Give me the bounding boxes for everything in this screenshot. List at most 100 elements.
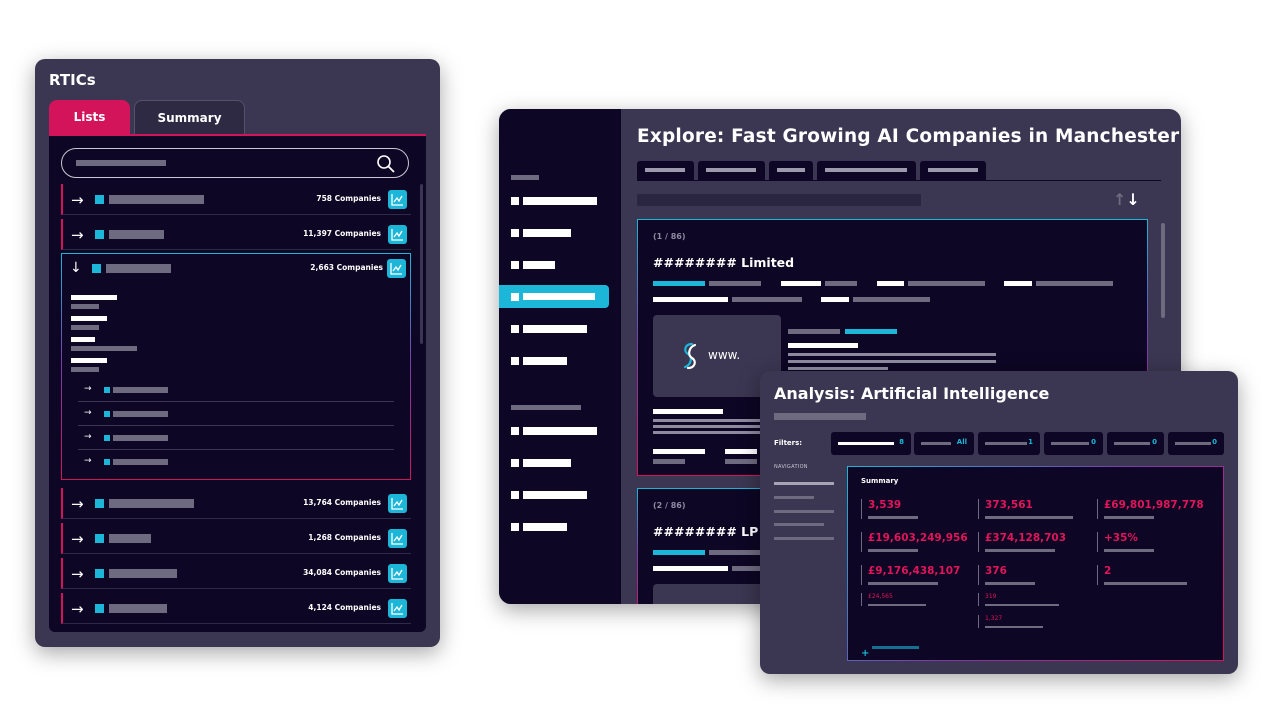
list-color-square (104, 411, 110, 417)
detail-value (71, 304, 99, 309)
list-color-square (104, 387, 110, 393)
filter-chip[interactable]: 0 (1168, 432, 1224, 455)
chart-icon (391, 603, 403, 615)
arrow-right-icon[interactable]: → (71, 565, 84, 583)
list-row[interactable]: → 758 Companies (61, 184, 411, 215)
filter-value: 0 (1152, 438, 1157, 446)
sort-up-icon[interactable]: ↑ (1113, 190, 1126, 209)
stat-value: £9,176,438,107 (868, 565, 961, 577)
arrow-right-icon[interactable]: → (71, 495, 84, 513)
list-row[interactable]: → 11,397 Companies (61, 219, 411, 250)
filter-value: All (956, 438, 967, 446)
filter-value: 0 (1212, 438, 1217, 446)
arrow-right-icon[interactable]: → (84, 432, 92, 442)
chart-button[interactable] (388, 494, 407, 513)
search-icon[interactable] (376, 154, 396, 174)
explore-tab[interactable] (920, 161, 986, 180)
explore-tab[interactable] (698, 161, 765, 180)
filter-chip[interactable]: 0 (1107, 432, 1164, 455)
plus-icon[interactable]: + (861, 648, 869, 659)
sub-list-item[interactable]: → (78, 402, 394, 426)
chart-button[interactable] (388, 564, 407, 583)
filter-chip[interactable]: 1 (978, 432, 1040, 455)
chart-button[interactable] (388, 190, 407, 209)
navigation-item[interactable] (774, 537, 834, 540)
detail-label (71, 358, 107, 363)
rtics-panel: RTICs Lists Summary → 758 Companies → 11… (35, 59, 440, 647)
list-row[interactable]: → 4,124 Companies (61, 593, 411, 624)
tab-summary[interactable]: Summary (134, 100, 245, 134)
stat-value: £374,128,703 (985, 532, 1067, 544)
filter-value: 1 (1028, 438, 1033, 446)
navigation-item[interactable] (774, 496, 814, 499)
company-name[interactable]: ######## LP (653, 524, 758, 539)
chart-button[interactable] (388, 529, 407, 548)
arrow-right-icon[interactable]: → (84, 408, 92, 418)
sort-controls[interactable]: ↑↓ (1113, 190, 1140, 209)
chart-icon (391, 498, 403, 510)
add-metric-button[interactable]: + (861, 641, 919, 660)
list-row[interactable]: → 34,084 Companies (61, 558, 411, 589)
summary-stat: £9,176,438,107 (861, 565, 960, 585)
chart-icon (391, 568, 403, 580)
arrow-down-icon[interactable]: ↓ (70, 260, 82, 276)
explore-tab[interactable] (769, 161, 813, 180)
company-count: 2,663 Companies (310, 263, 383, 272)
arrow-right-icon[interactable]: → (84, 384, 92, 394)
tab-lists[interactable]: Lists (49, 100, 130, 134)
explore-tab[interactable] (817, 161, 916, 180)
rtics-list-container: → 758 Companies → 11,397 Companies ↓ 2,6… (49, 134, 426, 632)
chart-icon (390, 263, 402, 275)
sub-list-item[interactable]: → (78, 450, 394, 474)
sub-item-placeholder (113, 387, 168, 393)
arrow-right-icon[interactable]: → (84, 456, 92, 466)
company-name[interactable]: ######## Limited (653, 255, 794, 270)
navigation-item[interactable] (774, 510, 834, 513)
list-color-square (104, 435, 110, 441)
detail-value (71, 346, 137, 351)
explore-sidebar (499, 109, 621, 604)
explore-scrollbar[interactable] (1161, 223, 1165, 318)
chain-link-icon (683, 342, 697, 370)
mini-value: £24,565 (868, 593, 893, 600)
arrow-right-icon[interactable]: → (71, 191, 84, 209)
chart-button[interactable] (388, 225, 407, 244)
explore-tab[interactable] (637, 161, 694, 180)
stat-value: £69,801,987,778 (1104, 499, 1204, 511)
sidebar-item-active[interactable] (499, 285, 609, 308)
navigation-item[interactable] (774, 523, 824, 526)
chart-button[interactable] (388, 599, 407, 618)
sort-down-icon[interactable]: ↓ (1126, 190, 1139, 209)
list-scrollbar[interactable] (420, 184, 423, 344)
list-name-placeholder (109, 499, 194, 508)
list-color-square (104, 459, 110, 465)
list-color-square (95, 230, 104, 239)
summary-stat: 3,539 (861, 499, 918, 519)
company-count: 1,268 Companies (308, 533, 381, 542)
list-name-placeholder (106, 264, 171, 273)
chart-button[interactable] (387, 259, 406, 278)
filter-value: 0 (1091, 438, 1096, 446)
sub-list-item[interactable]: → (78, 378, 394, 402)
navigation-item[interactable] (774, 482, 834, 485)
sidebar-section-label (511, 175, 539, 180)
sub-list-item[interactable]: → (78, 426, 394, 450)
expanded-list-item[interactable]: ↓ 2,663 Companies → → → → (61, 253, 411, 480)
filter-chip[interactable]: 8 (831, 432, 911, 455)
summary-stat: 376 (978, 565, 1035, 585)
company-count: 34,084 Companies (303, 568, 381, 577)
list-name-placeholder (109, 604, 167, 613)
search-input[interactable] (61, 148, 409, 178)
mini-value: 319 (985, 593, 997, 600)
arrow-right-icon[interactable]: → (71, 600, 84, 618)
website-label: www. (708, 348, 741, 362)
chart-icon (391, 229, 403, 241)
results-bar (637, 194, 921, 206)
list-row[interactable]: → 13,764 Companies (61, 488, 411, 519)
filter-chip[interactable]: 0 (1044, 432, 1103, 455)
list-color-square (95, 569, 104, 578)
filter-chip[interactable]: All (914, 432, 974, 455)
arrow-right-icon[interactable]: → (71, 530, 84, 548)
arrow-right-icon[interactable]: → (71, 226, 84, 244)
list-row[interactable]: → 1,268 Companies (61, 523, 411, 554)
